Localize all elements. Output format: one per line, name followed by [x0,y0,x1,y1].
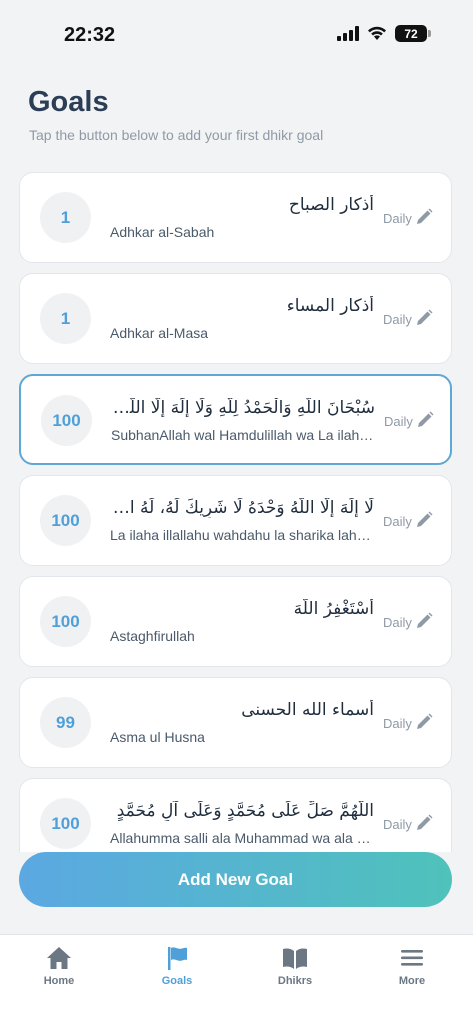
goal-arabic-title: أذكار المساء [286,296,374,316]
tab-label: More [398,975,426,987]
goal-card[interactable]: 1 أذكار المساء Adhkar al-Masa Daily [19,273,452,364]
goal-arabic-title: سُبْحَانَ اللَّهِ وَالْحَمْدُ لِلَّهِ وَ… [111,398,375,418]
goal-count: 100 [40,798,91,849]
home-icon [19,945,99,971]
goals-screen: 22:32 72 Goals Tap the button below to a… [0,0,473,1024]
goal-transliteration: Adhkar al-Masa [110,325,209,341]
book-icon [255,945,335,971]
tab-label: Dhikrs [277,975,313,987]
pencil-icon[interactable] [415,410,435,435]
page-subtitle: Tap the button below to add your first d… [29,127,324,143]
goal-transliteration: Allahumma salli ala Muhammad wa ala ali … [110,830,376,846]
tab-label: Home [43,975,75,987]
pencil-icon[interactable] [414,813,434,838]
goal-transliteration: Adhkar al-Sabah [110,224,215,240]
flag-icon [137,945,217,971]
goal-card[interactable]: 99 أسماء الله الحسنى Asma ul Husna Daily [19,677,452,768]
goal-count: 1 [40,293,91,344]
goal-list[interactable]: 1 أذكار الصباح Adhkar al-Sabah Daily 1 أ… [19,172,452,852]
goal-card[interactable]: 100 سُبْحَانَ اللَّهِ وَالْحَمْدُ لِلَّه… [19,374,452,465]
goal-card[interactable]: 100 أَسْتَغْفِرُ اللَّهَ Astaghfirullah … [19,576,452,667]
tab-home[interactable]: Home [19,945,99,987]
tab-label: Goals [161,975,193,987]
goal-frequency: Daily [384,414,413,429]
battery-level: 72 [404,26,418,41]
pencil-icon[interactable] [414,611,434,636]
battery-icon: 72 [395,25,431,42]
menu-icon [372,945,452,971]
tab-dhikrs[interactable]: Dhikrs [255,945,335,987]
page-title: Goals [28,86,109,118]
goal-card[interactable]: 100 اللَّهُمَّ صَلِّ عَلَى مُحَمَّدٍ وَع… [19,778,452,852]
tab-goals[interactable]: Goals [137,945,217,987]
goal-count: 100 [40,495,91,546]
goal-transliteration: SubhanAllah wal Hamdulillah wa La ilaha … [111,427,377,443]
goal-count: 99 [40,697,91,748]
goal-frequency: Daily [383,716,412,731]
goal-frequency: Daily [383,211,412,226]
goal-transliteration: Asma ul Husna [110,729,205,745]
goal-arabic-title: أَسْتَغْفِرُ اللَّهَ [293,599,374,619]
tab-bar: Home Goals Dhikrs More [0,934,473,1024]
goal-frequency: Daily [383,312,412,327]
goal-arabic-title: لَا إِلَهَ إِلَّا اللَّهُ وَحْدَهُ لَا ش… [110,498,374,518]
status-bar: 22:32 72 [0,0,473,60]
pencil-icon[interactable] [414,308,434,333]
tab-more[interactable]: More [372,945,452,987]
add-new-goal-button[interactable]: Add New Goal [19,852,452,907]
goal-arabic-title: أذكار الصباح [288,195,374,215]
pencil-icon[interactable] [414,207,434,232]
pencil-icon[interactable] [414,510,434,535]
goal-card[interactable]: 100 لَا إِلَهَ إِلَّا اللَّهُ وَحْدَهُ ل… [19,475,452,566]
goal-count: 1 [40,192,91,243]
goal-frequency: Daily [383,615,412,630]
goal-count: 100 [41,395,92,446]
goal-transliteration: La ilaha illallahu wahdahu la sharika la… [110,527,376,543]
wifi-icon [367,26,387,41]
cellular-signal-icon [337,26,359,41]
goal-frequency: Daily [383,514,412,529]
goal-transliteration: Astaghfirullah [110,628,195,644]
status-time: 22:32 [64,24,116,46]
goal-arabic-title: أسماء الله الحسنى [241,700,374,720]
goal-arabic-title: اللَّهُمَّ صَلِّ عَلَى مُحَمَّدٍ وَعَلَى… [116,801,374,821]
goal-frequency: Daily [383,817,412,832]
goal-card[interactable]: 1 أذكار الصباح Adhkar al-Sabah Daily [19,172,452,263]
status-icons: 72 [337,25,431,42]
goal-count: 100 [40,596,91,647]
pencil-icon[interactable] [414,712,434,737]
